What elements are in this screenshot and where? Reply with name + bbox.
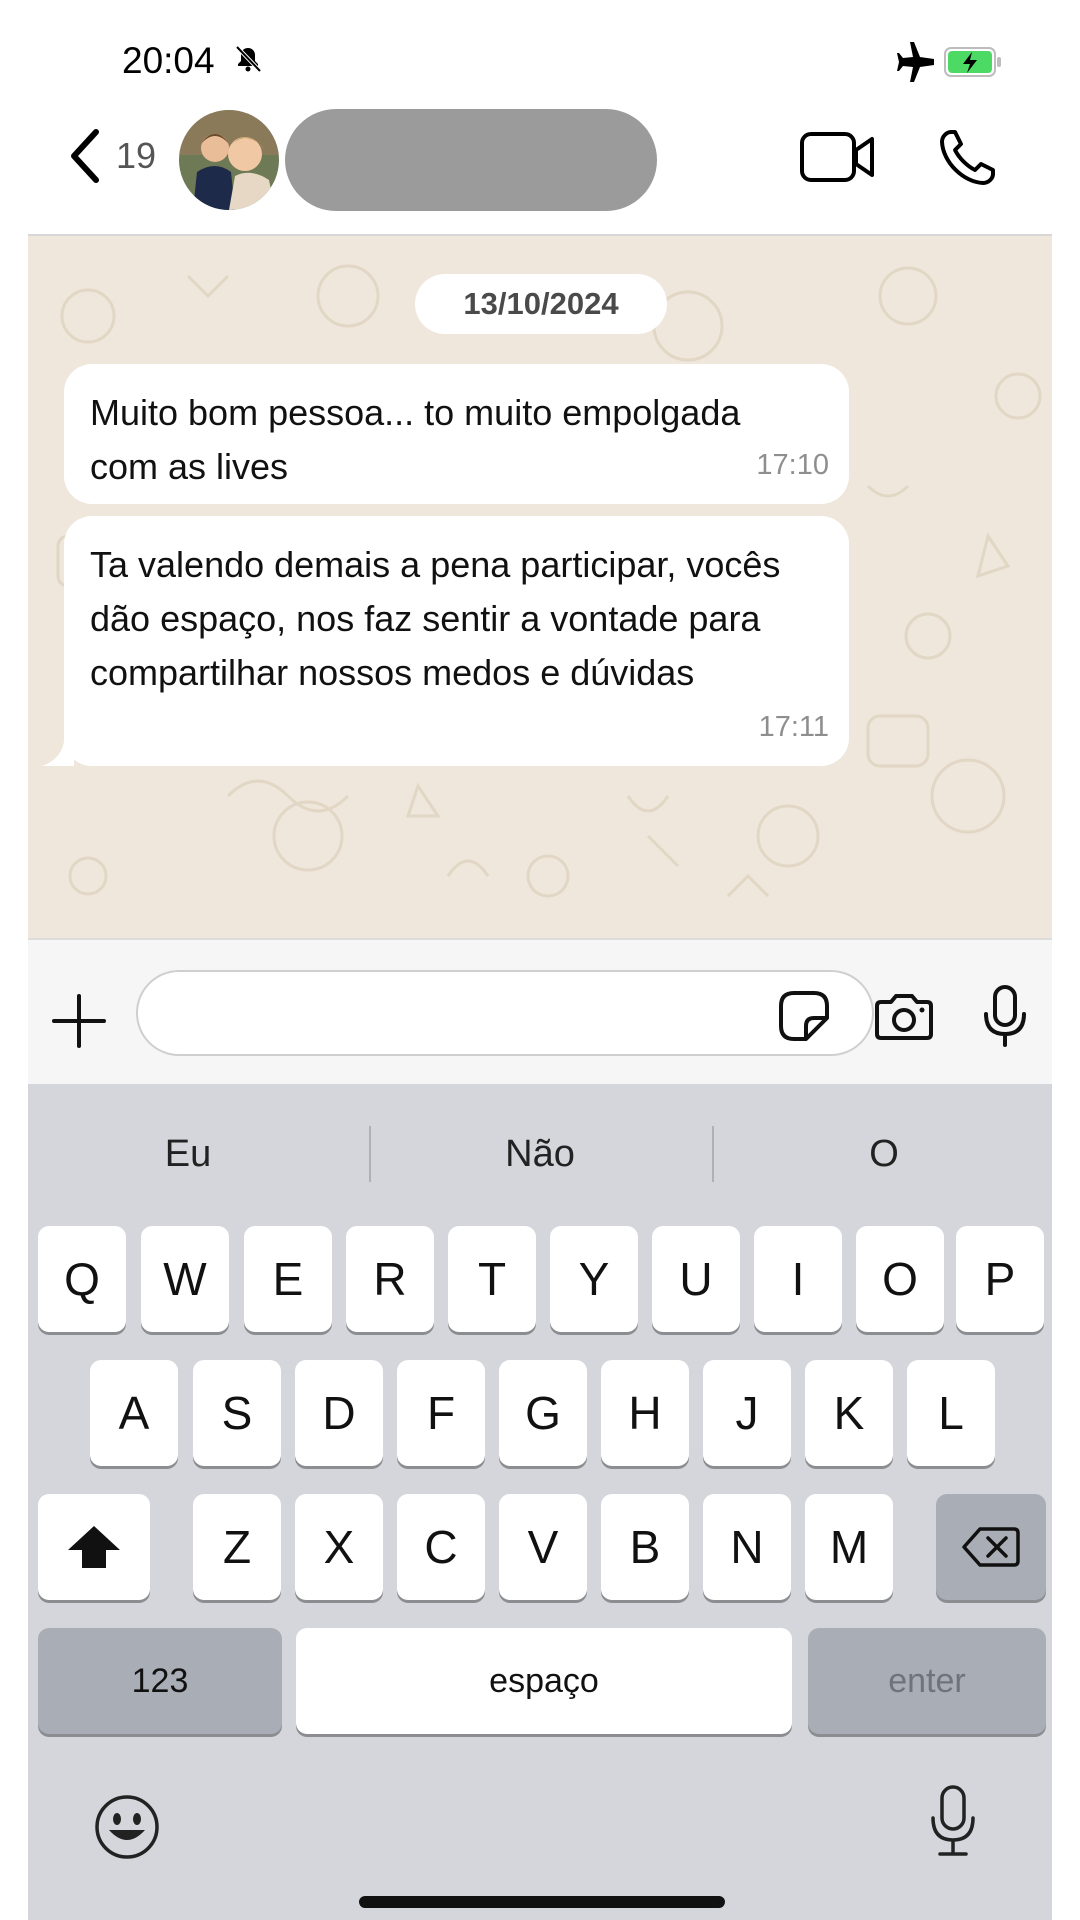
- keyboard: Eu Não O Q W E R T Y U I O P A S D F G H…: [28, 1084, 1052, 1920]
- unread-count: 19: [116, 135, 157, 176]
- key-h[interactable]: H: [601, 1360, 689, 1466]
- key-s[interactable]: S: [193, 1360, 281, 1466]
- key-r[interactable]: R: [346, 1226, 434, 1332]
- suggestion-item[interactable]: Eu: [68, 1124, 308, 1184]
- message-time: 17:10: [756, 449, 829, 481]
- key-m[interactable]: M: [805, 1494, 893, 1600]
- back-button[interactable]: 19: [68, 128, 178, 184]
- key-f[interactable]: F: [397, 1360, 485, 1466]
- date-separator: 13/10/2024: [415, 274, 667, 334]
- message-bubble[interactable]: Ta valendo demais a pena participar, voc…: [42, 516, 849, 766]
- key-w[interactable]: W: [141, 1226, 229, 1332]
- airplane-icon: [897, 42, 934, 82]
- suggestion-divider: [369, 1126, 371, 1182]
- home-indicator[interactable]: [359, 1896, 725, 1908]
- shift-icon: [68, 1526, 120, 1568]
- key-y[interactable]: Y: [550, 1226, 638, 1332]
- key-b[interactable]: B: [601, 1494, 689, 1600]
- space-key-label: espaço: [489, 1661, 599, 1700]
- key-c[interactable]: C: [397, 1494, 485, 1600]
- key-u[interactable]: U: [652, 1226, 740, 1332]
- chevron-left-icon: [71, 129, 99, 183]
- key-n[interactable]: N: [703, 1494, 791, 1600]
- key-a[interactable]: A: [90, 1360, 178, 1466]
- avatar[interactable]: [179, 110, 279, 210]
- microphone-icon[interactable]: [982, 984, 1028, 1048]
- bell-muted-icon: [235, 45, 262, 73]
- key-l[interactable]: L: [907, 1360, 995, 1466]
- numbers-key[interactable]: 123: [38, 1628, 282, 1734]
- message-text: Ta valendo demais a pena participar, voc…: [90, 544, 781, 693]
- key-d[interactable]: D: [295, 1360, 383, 1466]
- space-key[interactable]: espaço: [296, 1628, 792, 1734]
- status-time: 20:04: [122, 40, 215, 81]
- key-o[interactable]: O: [856, 1226, 944, 1332]
- key-q[interactable]: Q: [38, 1226, 126, 1332]
- emoji-icon[interactable]: [94, 1794, 160, 1860]
- key-j[interactable]: J: [703, 1360, 791, 1466]
- key-t[interactable]: T: [448, 1226, 536, 1332]
- message-input-field[interactable]: [136, 970, 874, 1056]
- enter-key[interactable]: enter: [808, 1628, 1046, 1734]
- key-v[interactable]: V: [499, 1494, 587, 1600]
- message-list[interactable]: 13/10/2024 Muito bom pessoa... to muito …: [28, 236, 1052, 938]
- dictation-microphone-icon[interactable]: [928, 1784, 978, 1858]
- plus-icon[interactable]: [50, 992, 108, 1050]
- backspace-key[interactable]: [936, 1494, 1046, 1600]
- key-e[interactable]: E: [244, 1226, 332, 1332]
- video-camera-icon[interactable]: [800, 130, 876, 184]
- chat-screen: 20:04 19 13/10/2024 Muito bom pessoa... …: [0, 0, 1080, 1920]
- phone-icon[interactable]: [937, 128, 997, 188]
- status-bar: 20:04: [0, 0, 1080, 100]
- numbers-key-label: 123: [131, 1661, 189, 1700]
- suggestion-item[interactable]: O: [764, 1124, 1004, 1184]
- shift-key[interactable]: [38, 1494, 150, 1600]
- key-x[interactable]: X: [295, 1494, 383, 1600]
- suggestion-item[interactable]: Não: [420, 1124, 660, 1184]
- sticker-icon[interactable]: [778, 990, 830, 1042]
- bubble-tail: [42, 742, 74, 766]
- key-z[interactable]: Z: [193, 1494, 281, 1600]
- message-text: Muito bom pessoa... to muito empolgada c…: [90, 392, 741, 487]
- suggestion-bar: Eu Não O: [28, 1084, 1052, 1224]
- key-i[interactable]: I: [754, 1226, 842, 1332]
- chat-header: 19: [28, 100, 1052, 236]
- key-k[interactable]: K: [805, 1360, 893, 1466]
- key-p[interactable]: P: [956, 1226, 1044, 1332]
- message-input[interactable]: [168, 986, 772, 1044]
- suggestion-divider: [712, 1126, 714, 1182]
- composer-bar: [28, 938, 1052, 1086]
- enter-key-label: enter: [888, 1661, 966, 1700]
- backspace-icon: [962, 1527, 1020, 1567]
- camera-icon[interactable]: [873, 992, 935, 1042]
- message-time: 17:11: [758, 711, 829, 743]
- contact-name-redacted[interactable]: [285, 109, 657, 211]
- key-g[interactable]: G: [499, 1360, 587, 1466]
- battery-charging-icon: [944, 47, 1001, 77]
- message-bubble[interactable]: Muito bom pessoa... to muito empolgada c…: [64, 364, 849, 504]
